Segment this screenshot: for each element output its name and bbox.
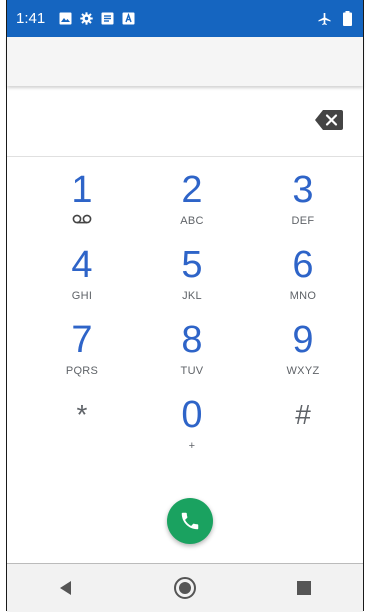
key-digit: * [76, 399, 88, 430]
key-digit: # [295, 399, 311, 430]
frame-left [0, 0, 7, 611]
key-9[interactable]: 9 WXYZ [263, 320, 343, 386]
settings-icon [80, 12, 93, 25]
phone-icon [181, 512, 199, 530]
key-letters: JKL [182, 290, 202, 302]
airplane-mode-icon [318, 12, 331, 25]
key-letters: GHI [71, 290, 93, 302]
key-digit: 8 [181, 319, 203, 361]
key-8[interactable]: 8 TUV [152, 320, 232, 386]
key-digit: 4 [71, 244, 93, 286]
image-icon [59, 12, 72, 25]
key-letters: PQRS [65, 365, 99, 377]
key-letters: DEF [291, 215, 315, 227]
key-digit: 5 [181, 244, 203, 286]
recents-icon[interactable] [284, 568, 324, 608]
status-bar: 1:41 [7, 0, 363, 37]
key-digit: 6 [292, 244, 314, 286]
status-time: 1:41 [16, 10, 46, 27]
key-digit: 2 [181, 169, 203, 211]
key-digit: 3 [292, 169, 314, 211]
key-letters: TUV [180, 365, 204, 377]
key-6[interactable]: 6 MNO [263, 245, 343, 311]
key-star[interactable]: * [42, 395, 122, 461]
system-nav-bar [7, 563, 363, 612]
key-0[interactable]: 0 + [152, 395, 232, 461]
dialed-number-field[interactable] [7, 86, 363, 157]
key-digit: 0 [181, 394, 203, 436]
call-button[interactable] [167, 498, 213, 544]
text-icon [122, 12, 135, 25]
key-7[interactable]: 7 PQRS [42, 320, 122, 386]
key-letters: + [188, 440, 196, 452]
app-bar [7, 37, 363, 86]
key-letters: ABC [180, 215, 204, 227]
key-1[interactable]: 1 [42, 170, 122, 236]
frame-right [363, 0, 370, 611]
key-2[interactable]: 2 ABC [152, 170, 232, 236]
back-icon[interactable] [46, 568, 86, 608]
battery-icon [341, 11, 354, 26]
voicemail-icon [72, 214, 92, 224]
key-letters: MNO [289, 290, 317, 302]
key-digit: 9 [292, 319, 314, 361]
key-letters: WXYZ [286, 365, 320, 377]
key-4[interactable]: 4 GHI [42, 245, 122, 311]
key-hash[interactable]: # [263, 395, 343, 461]
key-digit: 7 [71, 319, 93, 361]
key-3[interactable]: 3 DEF [263, 170, 343, 236]
key-digit: 1 [71, 169, 93, 211]
key-5[interactable]: 5 JKL [152, 245, 232, 311]
backspace-icon[interactable] [315, 110, 343, 130]
home-icon[interactable] [165, 568, 205, 608]
notes-icon [101, 12, 114, 25]
